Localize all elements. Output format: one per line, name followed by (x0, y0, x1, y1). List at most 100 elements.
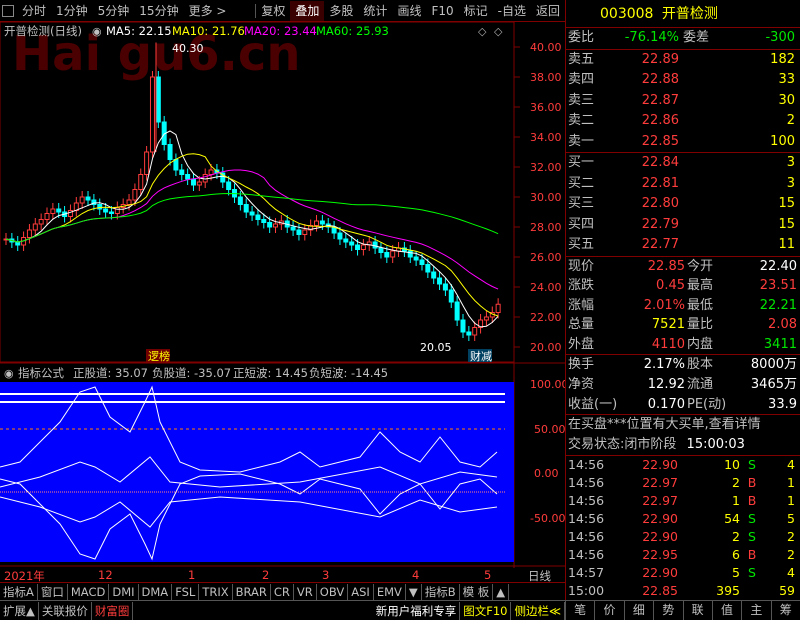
fundamental-row: 换手 2.17% 股本 8000万 (566, 355, 800, 375)
price-tick-label: 20.00 (530, 341, 562, 354)
tab-template[interactable]: 模 板 (460, 583, 494, 600)
ma-toggle-icon[interactable]: ◉ (92, 25, 102, 38)
tab-intraday[interactable]: 分时 (17, 1, 51, 21)
fund-value: 2.17% (643, 357, 685, 373)
candle-body (32, 223, 38, 231)
tab-emv[interactable]: EMV (374, 583, 406, 600)
tick-volume: 5 (732, 565, 740, 581)
tab-window[interactable]: 窗口 (38, 583, 68, 600)
tab-vr[interactable]: VR (294, 583, 317, 600)
graphic-f10-button[interactable]: 图文F10 (460, 601, 512, 620)
sell-row[interactable]: 卖五 22.89 182 (566, 50, 800, 71)
tab-dmi[interactable]: DMI (109, 583, 139, 600)
draw-line-button[interactable]: 画线 (392, 1, 426, 21)
candle-body (126, 199, 132, 205)
tick-row: 14:56 22.97 1 B 1 (566, 492, 800, 510)
sidebar-toggle-button[interactable]: 侧边栏≪ (511, 601, 565, 620)
candle-body (442, 283, 448, 291)
menu-icon[interactable]: ◇ (494, 25, 503, 38)
tab-related[interactable]: 联 (682, 600, 712, 620)
indicator-tick-label: 0.00 (534, 467, 559, 480)
tag1-label[interactable]: 逻榜 (148, 349, 170, 363)
buy-row[interactable]: 买一 22.84 3 (566, 153, 800, 174)
buy-row[interactable]: 买五 22.77 11 (566, 235, 800, 256)
buy-volume: 11 (778, 237, 795, 252)
tab-trend[interactable]: 势 (653, 600, 682, 620)
tab-trades[interactable]: 笔 (565, 600, 594, 620)
related-quote-button[interactable]: 关联报价 (39, 601, 92, 620)
tab-cr[interactable]: CR (271, 583, 294, 600)
quote-row: 涨跌 0.45 最高 23.51 (566, 276, 800, 296)
tab-15min[interactable]: 15分钟 (134, 1, 183, 21)
tab-asi[interactable]: ASI (348, 583, 374, 600)
tick-time: 14:56 (568, 529, 605, 545)
indicator-l2: 负股道: -35.07 (152, 366, 231, 380)
back-button[interactable]: 返回 (531, 1, 565, 21)
tick-side: S (748, 457, 756, 473)
quote-row: 外盘 4110 内盘 3411 (566, 335, 800, 355)
restore-rights-button[interactable]: 复权 (256, 1, 290, 21)
tab-up-icon[interactable]: ▲ (493, 583, 510, 600)
tab-more[interactable]: 更多 > (184, 1, 232, 21)
remove-watchlist-button[interactable]: -自选 (493, 1, 531, 21)
date-axis-labels: 2021年 12 1 2 3 4 5 日线 (0, 568, 565, 583)
buy-price: 22.79 (641, 216, 679, 232)
sell-row[interactable]: 卖三 22.87 30 (566, 91, 800, 112)
layout-toggle-icon[interactable] (2, 4, 14, 17)
mark-button[interactable]: 标记 (459, 1, 493, 21)
trade-status-value: 闭市阶段 (624, 437, 677, 453)
candle-body (85, 196, 91, 201)
new-user-benefit-link[interactable]: 新用户福利专享 (373, 601, 461, 620)
overlay-button[interactable]: 叠加 (290, 0, 325, 21)
diamond-icon[interactable]: ◇ (478, 25, 487, 38)
buy-row[interactable]: 买四 22.79 15 (566, 215, 800, 236)
tag2-label[interactable]: 财减 (470, 349, 492, 363)
candle-body (167, 144, 173, 160)
tick-list[interactable]: 14:56 22.90 10 S 4 14:56 22.97 2 B 1 14:56 22.97 1 B 1… (566, 456, 800, 600)
sell-volume: 2 (786, 113, 795, 128)
tab-dma[interactable]: DMA (139, 583, 173, 600)
buy-row[interactable]: 买三 22.80 15 (566, 194, 800, 215)
tab-1min[interactable]: 1分钟 (51, 1, 93, 21)
wealth-circle-button[interactable]: 财富圈 (92, 601, 134, 620)
tab-trix[interactable]: TRIX (199, 583, 233, 600)
tab-macd[interactable]: MACD (68, 583, 110, 600)
sell-volume: 30 (778, 92, 795, 108)
indicator-panel[interactable] (0, 382, 514, 562)
tab-5min[interactable]: 5分钟 (93, 1, 135, 21)
tick-count: 5 (787, 511, 795, 527)
stock-name: 开普检测 (661, 6, 718, 22)
chart-area[interactable]: Hai gu6.cn 开普检测(日线) ◉ MA5: 22.15 MA10: 2… (0, 22, 565, 568)
buy-row[interactable]: 买二 22.81 3 (566, 174, 800, 195)
price-tick-label: 32.00 (530, 161, 562, 174)
multi-stock-button[interactable]: 多股 (324, 1, 358, 21)
tab-value[interactable]: 值 (711, 600, 741, 620)
buy-label: 买一 (568, 155, 595, 170)
tab-price[interactable]: 价 (594, 600, 623, 620)
expand-button[interactable]: 扩展▲ (0, 601, 39, 620)
price-axis: 40.00 38.00 36.00 34.00 32.00 30.00 28.00 26.00… (514, 41, 562, 354)
quote-label: 涨跌 (568, 278, 595, 294)
tab-indicator-b[interactable]: 指标B (422, 583, 460, 600)
tick-count: 1 (787, 475, 795, 491)
f10-button[interactable]: F10 (426, 1, 458, 21)
sell-row[interactable]: 卖四 22.88 33 (566, 70, 800, 91)
tab-fsl[interactable]: FSL (172, 583, 200, 600)
tab-dropdown-icon[interactable]: ▼ (406, 583, 422, 600)
tab-indicator-a[interactable]: 指标A (0, 583, 38, 600)
sell-row[interactable]: 卖二 22.86 2 (566, 111, 800, 132)
tab-brar[interactable]: BRAR (233, 583, 271, 600)
tab-main[interactable]: 主 (741, 600, 770, 620)
tab-obv[interactable]: OBV (317, 583, 349, 600)
tab-detail[interactable]: 细 (623, 600, 653, 620)
candle-body (349, 241, 355, 246)
tab-chips[interactable]: 筹 (770, 600, 800, 620)
indicator-collapse-icon[interactable]: ◉ (4, 367, 14, 380)
candle-body (372, 241, 378, 249)
sell-row[interactable]: 卖一 22.85 100 (566, 132, 800, 153)
ratio-label: 委比 (568, 30, 595, 45)
buy-label: 买三 (568, 196, 595, 211)
tick-volume: 2 (732, 475, 740, 491)
statistics-button[interactable]: 统计 (358, 1, 392, 21)
big-order-notice[interactable]: 在买盘***位置有大买单,查看详情 (566, 415, 800, 435)
